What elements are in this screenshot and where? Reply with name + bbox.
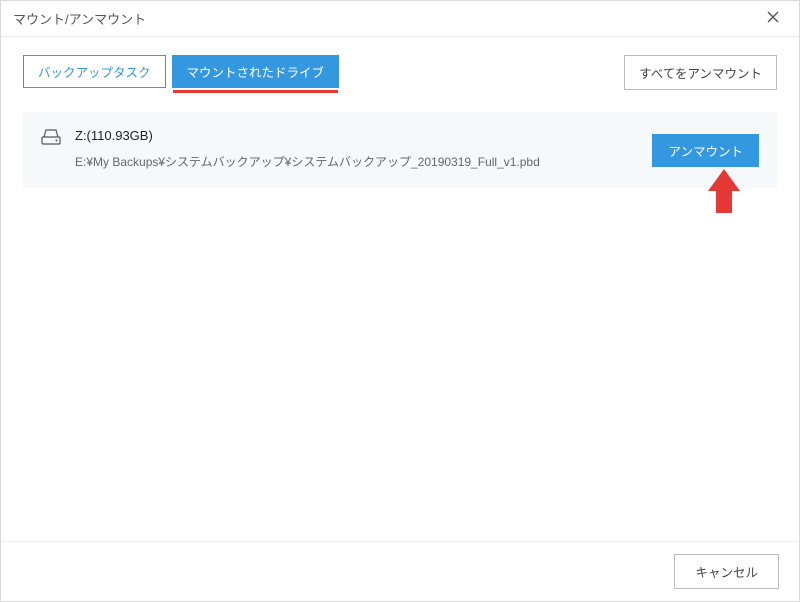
drive-label: Z:(110.93GB) xyxy=(75,128,638,143)
cancel-button[interactable]: キャンセル xyxy=(674,554,779,589)
drive-list: Z:(110.93GB) E:¥My Backups¥システムバックアップ¥シス… xyxy=(1,102,799,198)
unmount-button[interactable]: アンマウント xyxy=(652,134,759,167)
close-button[interactable] xyxy=(759,5,787,33)
drive-item: Z:(110.93GB) E:¥My Backups¥システムバックアップ¥シス… xyxy=(23,112,777,188)
tab-backup-tasks[interactable]: バックアップタスク xyxy=(23,55,166,88)
close-icon xyxy=(767,10,779,28)
unmount-all-button[interactable]: すべてをアンマウント xyxy=(624,55,777,90)
drive-icon xyxy=(41,128,61,146)
toolbar: バックアップタスク マウントされたドライブ すべてをアンマウント xyxy=(1,37,799,102)
drive-info: Z:(110.93GB) E:¥My Backups¥システムバックアップ¥シス… xyxy=(75,128,638,170)
footer: キャンセル xyxy=(1,541,799,601)
tab-mounted-drives[interactable]: マウントされたドライブ xyxy=(172,55,340,88)
titlebar: マウント/アンマウント xyxy=(1,1,799,37)
window-title: マウント/アンマウント xyxy=(13,9,759,28)
tab-group: バックアップタスク マウントされたドライブ xyxy=(23,55,339,88)
drive-path: E:¥My Backups¥システムバックアップ¥システムバックアップ_2019… xyxy=(75,153,638,170)
